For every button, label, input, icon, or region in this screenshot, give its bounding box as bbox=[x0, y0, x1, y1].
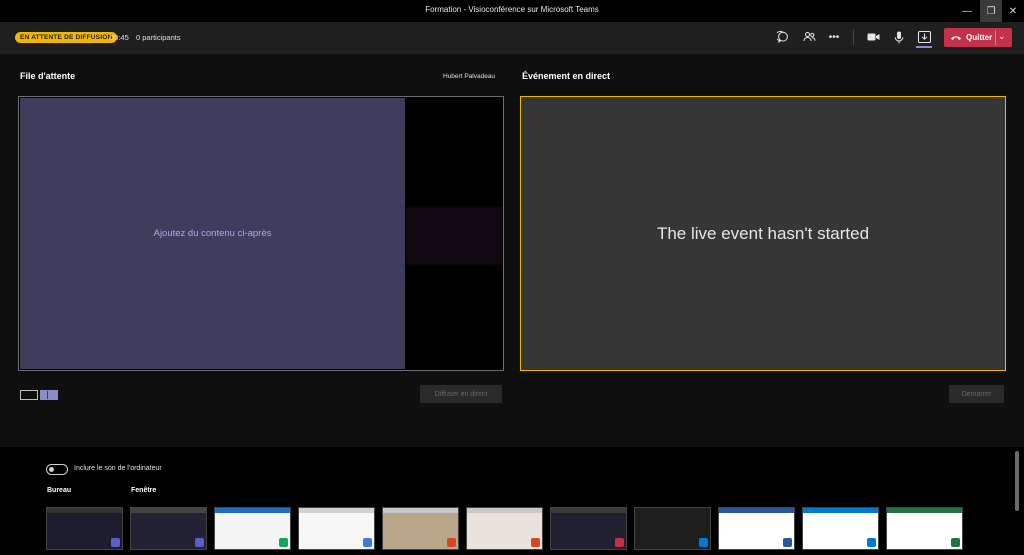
app-icon bbox=[195, 538, 204, 547]
queue-title: File d'attente bbox=[20, 71, 76, 81]
chevron-down-icon[interactable]: ⌄ bbox=[998, 31, 1006, 42]
people-icon[interactable] bbox=[802, 30, 816, 44]
send-live-button[interactable]: Diffuser en direct bbox=[420, 385, 502, 403]
chat-icon[interactable] bbox=[776, 30, 790, 44]
tray-scrollbar[interactable] bbox=[1015, 451, 1019, 511]
presenter-name: Hubert Palvadeau bbox=[443, 73, 496, 80]
thumbnail-titlebar bbox=[299, 508, 374, 513]
live-title: Événement en direct bbox=[522, 71, 611, 81]
thumb-outlook-splash[interactable] bbox=[634, 507, 711, 550]
app-icon bbox=[363, 538, 372, 547]
queue-placeholder: Ajoutez du contenu ci-après bbox=[153, 228, 272, 239]
camera-icon[interactable] bbox=[866, 30, 880, 44]
desktop-section-label: Bureau bbox=[47, 487, 72, 494]
thumbnail-titlebar bbox=[887, 508, 962, 513]
thumb-powerpoint-room[interactable] bbox=[382, 507, 459, 550]
queue-secondary-slot bbox=[406, 207, 502, 265]
meeting-timer: 00:45 bbox=[110, 33, 129, 42]
toolbar-divider bbox=[853, 29, 854, 45]
queue-preview[interactable]: Ajoutez du contenu ci-après bbox=[18, 96, 504, 371]
thumb-word-doc[interactable] bbox=[718, 507, 795, 550]
thumb-powerpoint-slide[interactable] bbox=[466, 507, 543, 550]
thumbnail-titlebar bbox=[551, 508, 626, 513]
participants-count: 0 participants bbox=[136, 33, 181, 42]
close-button[interactable]: ✕ bbox=[1002, 0, 1024, 22]
window-section-label: Fenêtre bbox=[131, 487, 157, 494]
share-tray: Inclure le son de l'ordinateur Bureau Fe… bbox=[0, 447, 1024, 555]
meeting-toolbar: EN ATTENTE DE DIFFUSION 00:45 0 particip… bbox=[0, 22, 1024, 54]
start-button[interactable]: Demarrer bbox=[949, 385, 1004, 403]
app-icon bbox=[111, 538, 120, 547]
include-sound-label: Inclure le son de l'ordinateur bbox=[74, 465, 162, 472]
thumb-teams-dark[interactable] bbox=[550, 507, 627, 550]
status-badge: EN ATTENTE DE DIFFUSION bbox=[15, 32, 118, 43]
thumb-web-form[interactable] bbox=[298, 507, 375, 550]
app-icon bbox=[699, 538, 708, 547]
app-icon bbox=[783, 538, 792, 547]
leave-button[interactable]: Quitter ⌄ bbox=[944, 28, 1012, 47]
thumb-outlook-mail[interactable] bbox=[802, 507, 879, 550]
live-preview: The live event hasn't started bbox=[520, 96, 1006, 371]
minimize-button[interactable]: — bbox=[956, 0, 978, 22]
share-tray-icon[interactable] bbox=[917, 30, 931, 44]
thumb-teams-window[interactable] bbox=[130, 507, 207, 550]
thumbnail-titlebar bbox=[383, 508, 458, 513]
app-icon bbox=[531, 538, 540, 547]
thumbnail-titlebar bbox=[215, 508, 290, 513]
app-icon bbox=[615, 538, 624, 547]
share-tray-active-indicator bbox=[916, 46, 932, 48]
more-icon[interactable]: ••• bbox=[827, 30, 841, 44]
include-sound-toggle[interactable] bbox=[46, 464, 68, 475]
thumbnail-titlebar bbox=[803, 508, 878, 513]
thumbnail-titlebar bbox=[719, 508, 794, 513]
hang-up-icon bbox=[950, 33, 962, 43]
thumbnail-titlebar bbox=[635, 508, 710, 513]
thumbnail-titlebar bbox=[131, 508, 206, 513]
layout-split-icon[interactable] bbox=[40, 390, 58, 400]
leave-divider bbox=[995, 30, 996, 45]
thumbnail-titlebar bbox=[467, 508, 542, 513]
app-icon bbox=[951, 538, 960, 547]
thumbnail-titlebar bbox=[47, 508, 122, 513]
app-icon bbox=[867, 538, 876, 547]
title-bar: Formation - Visioconférence sur Microsof… bbox=[0, 0, 1024, 22]
thumb-chrome-page[interactable] bbox=[214, 507, 291, 550]
producer-view: File d'attente Hubert Palvadeau Événemen… bbox=[0, 54, 1024, 447]
live-status-message: The live event hasn't started bbox=[656, 223, 870, 243]
app-icon bbox=[447, 538, 456, 547]
window-title: Formation - Visioconférence sur Microsof… bbox=[425, 5, 599, 14]
layout-single-icon[interactable] bbox=[20, 390, 38, 400]
mic-icon[interactable] bbox=[892, 30, 906, 44]
thumb-desktop[interactable] bbox=[46, 507, 123, 550]
leave-label: Quitter bbox=[966, 33, 993, 42]
restore-button[interactable]: ❐ bbox=[980, 0, 1002, 22]
app-icon bbox=[279, 538, 288, 547]
thumb-excel-sheet[interactable] bbox=[886, 507, 963, 550]
queue-content-slot[interactable]: Ajoutez du contenu ci-après bbox=[20, 98, 405, 369]
